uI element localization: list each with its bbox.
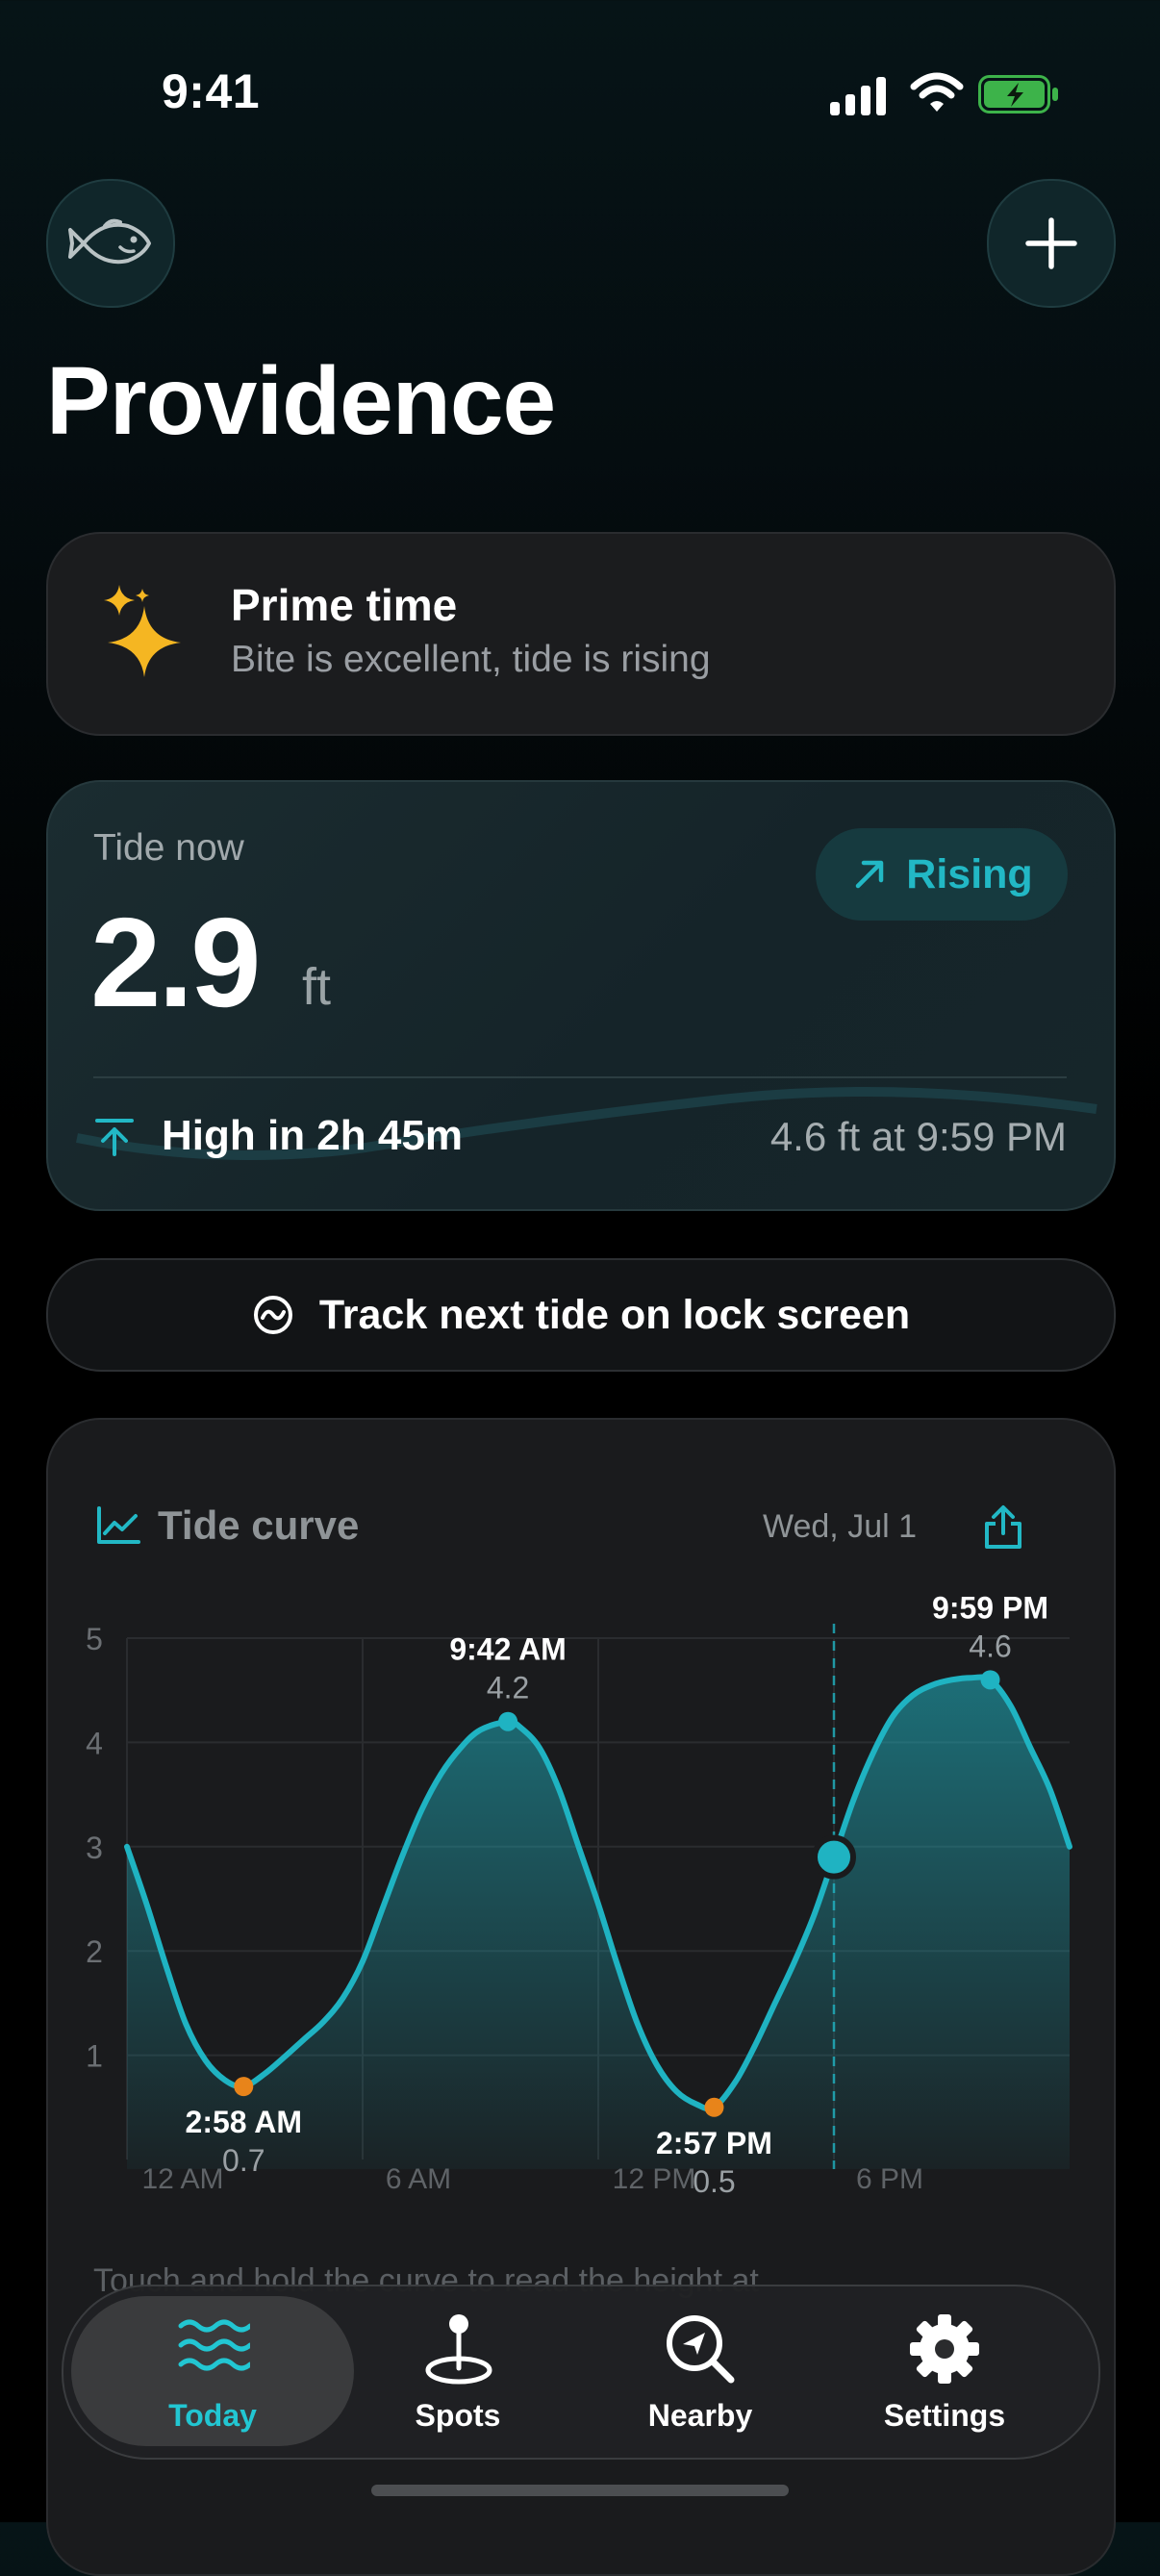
extreme-time-label: 2:58 AM [186,2105,303,2139]
tab-settings-label: Settings [883,2398,1006,2433]
extreme-height-label: 4.2 [487,1671,529,1705]
y-tick-label: 4 [86,1726,103,1760]
current-tide-marker [812,1834,856,1880]
y-tick-label: 1 [86,2039,103,2074]
high-tide-marker [980,1670,1000,1690]
pin-icon [425,2314,492,2385]
tide-chart[interactable]: 1234512 AM 6 AM 12 PM 6 PM 2:58 AM0.79:42 A… [0,0,1160,2522]
low-tide-marker [704,2097,724,2117]
y-tick-label: 2 [86,1934,103,1969]
high-tide-marker [498,1711,518,1731]
extreme-height-label: 4.6 [969,1629,1011,1663]
y-tick-label: 5 [86,1622,103,1656]
compass-search-icon [667,2315,735,2384]
extreme-time-label: 9:59 PM [932,1590,1048,1625]
waves-icon [178,2319,250,2371]
extreme-height-label: 0.7 [222,2143,265,2178]
low-tide-marker [234,2077,254,2097]
gear-icon [910,2314,979,2384]
home-indicator [371,2485,789,2496]
tab-nearby-label: Nearby [647,2398,753,2433]
tab-spots-label: Spots [415,2398,501,2433]
extreme-height-label: 0.5 [693,2164,735,2199]
tab-today-label: Today [168,2398,257,2433]
extreme-time-label: 2:57 PM [656,2126,772,2160]
extreme-time-label: 9:42 AM [449,1632,567,1667]
y-tick-label: 3 [86,1831,103,1865]
